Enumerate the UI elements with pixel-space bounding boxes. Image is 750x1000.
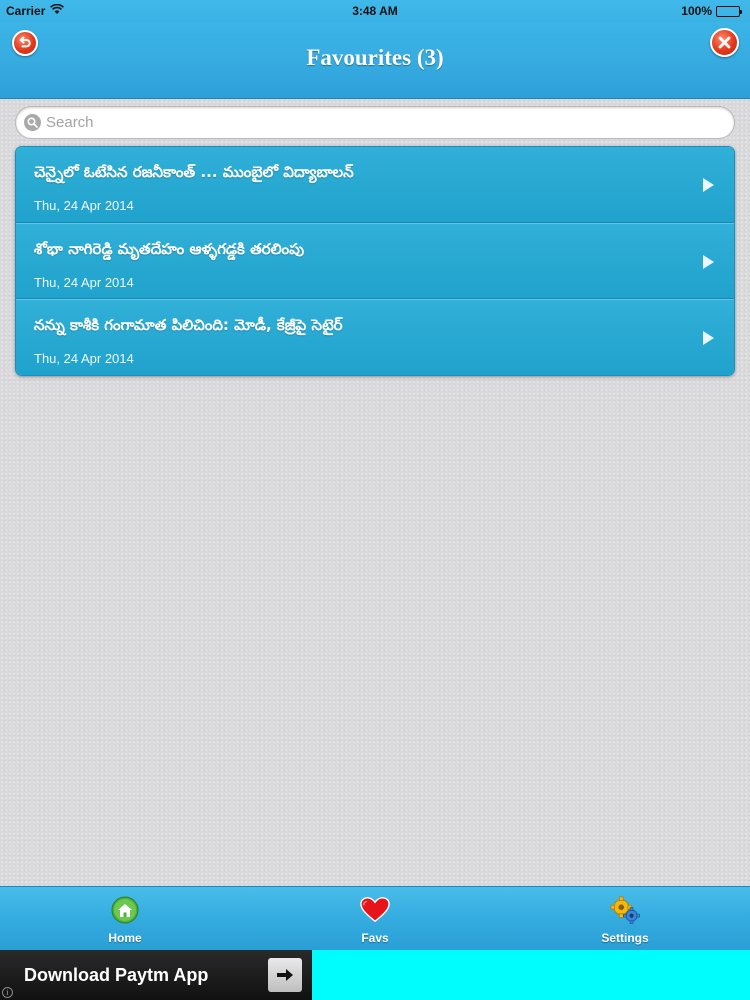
chevron-right-icon	[703, 255, 714, 269]
tab-settings[interactable]: Settings	[500, 887, 750, 950]
battery-icon	[716, 5, 742, 17]
chevron-right-icon	[703, 331, 714, 345]
close-button[interactable]	[710, 28, 739, 57]
status-right: 100%	[681, 4, 742, 18]
tab-bar: Home Favs Settings	[0, 886, 750, 950]
list-item[interactable]: నన్ను కాశీకి గంగామాత పిలిచింది: మోడీ, కే…	[16, 299, 734, 375]
chevron-right-icon	[703, 178, 714, 192]
search-icon	[24, 114, 41, 131]
list-item[interactable]: శోభా నాగిరెడ్డి మృతదేహం ఆళ్ళగడ్డకి తరలిం…	[16, 223, 734, 299]
ad-left-panel[interactable]: Download Paytm App i	[0, 950, 312, 1000]
tab-home[interactable]: Home	[0, 887, 250, 950]
item-date: Thu, 24 Apr 2014	[34, 198, 134, 213]
battery-percent: 100%	[681, 4, 712, 18]
status-bar: Carrier 3:48 AM 100%	[0, 0, 750, 22]
wifi-icon	[50, 3, 65, 18]
carrier-label: Carrier	[6, 4, 46, 18]
status-left: Carrier	[6, 3, 65, 18]
list-item[interactable]: చెన్నైలో ఓటేసిన రజనీకాంత్ ... ముంబైలో వి…	[16, 147, 734, 223]
tab-label: Settings	[601, 931, 649, 945]
item-date: Thu, 24 Apr 2014	[34, 351, 134, 366]
ad-banner[interactable]: Download Paytm App i	[0, 950, 750, 1000]
home-icon	[110, 895, 140, 925]
gears-icon	[610, 895, 640, 925]
favourites-list: చెన్నైలో ఓటేసిన రజనీకాంత్ ... ముంబైలో వి…	[15, 146, 735, 376]
arrow-right-icon[interactable]	[268, 958, 302, 992]
ad-text: Download Paytm App	[24, 964, 209, 985]
status-time: 3:48 AM	[352, 4, 398, 18]
search-bar[interactable]	[15, 106, 735, 139]
tab-favs[interactable]: Favs	[250, 887, 500, 950]
info-icon[interactable]: i	[2, 987, 13, 998]
search-input[interactable]	[46, 114, 734, 131]
item-title: శోభా నాగిరెడ్డి మృతదేహం ఆళ్ళగడ్డకి తరలిం…	[34, 240, 305, 258]
close-icon	[718, 36, 731, 49]
item-date: Thu, 24 Apr 2014	[34, 275, 134, 290]
tab-label: Favs	[361, 931, 389, 945]
heart-icon	[360, 895, 390, 925]
page-title: Favourites (3)	[306, 45, 444, 70]
nav-bar: Favourites (3)	[0, 22, 750, 99]
tab-label: Home	[108, 931, 142, 945]
item-title: చెన్నైలో ఓటేసిన రజనీకాంత్ ... ముంబైలో వి…	[34, 163, 354, 181]
item-title: నన్ను కాశీకి గంగామాత పిలిచింది: మోడీ, కే…	[34, 316, 343, 334]
